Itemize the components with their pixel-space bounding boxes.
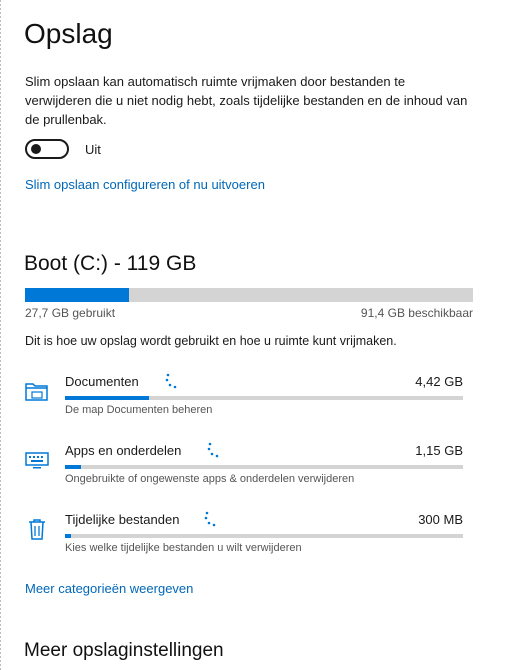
loading-spinner-icon — [207, 442, 219, 458]
left-border — [0, 0, 1, 670]
category-usage-bar — [65, 534, 463, 538]
drive-usage-bar — [25, 288, 473, 302]
category-usage-fill — [65, 534, 71, 538]
storage-sense-toggle-row[interactable]: Uit — [25, 139, 101, 159]
loading-spinner-icon — [165, 373, 177, 389]
category-subtitle: De map Documenten beheren — [65, 404, 213, 416]
storage-sense-toggle[interactable] — [25, 139, 69, 159]
toggle-knob — [31, 144, 41, 154]
category-documenten[interactable]: Documenten 4,42 GB De map Documenten beh… — [25, 372, 463, 424]
page-title: Opslag — [24, 18, 113, 49]
category-usage-bar — [65, 465, 463, 469]
drive-used-label: 27,7 GB gebruikt — [25, 306, 116, 320]
category-subtitle: Ongebruikte of ongewenste apps & onderde… — [65, 473, 355, 485]
drive-title: Boot (C:) - 119 GB — [24, 252, 197, 275]
drive-usage-fill — [25, 288, 130, 302]
category-usage-fill — [65, 396, 149, 400]
category-usage-bar — [65, 396, 463, 400]
folder-icon — [25, 383, 48, 401]
category-apps-en-onderdelen[interactable]: Apps en onderdelen 1,15 GB Ongebruikte o… — [25, 441, 463, 493]
configure-storage-sense-link[interactable]: Slim opslaan configureren of nu uitvoere… — [25, 177, 265, 192]
category-name: Tijdelijke bestanden — [65, 512, 180, 527]
usage-intro-text: Dit is hoe uw opslag wordt gebruikt en h… — [25, 334, 397, 348]
category-tijdelijke-bestanden[interactable]: Tijdelijke bestanden 300 MB Kies welke t… — [25, 510, 463, 562]
drive-free-label: 91,4 GB beschikbaar — [360, 306, 473, 320]
keyboard-icon — [25, 452, 49, 469]
toggle-state-label: Uit — [85, 141, 101, 157]
trash-icon — [29, 519, 45, 540]
more-storage-settings-heading: Meer opslaginstellingen — [24, 640, 224, 661]
more-categories-link[interactable]: Meer categorieën weergeven — [25, 581, 193, 596]
category-usage-fill — [65, 465, 81, 469]
category-name: Documenten — [65, 374, 139, 389]
loading-spinner-icon — [204, 511, 216, 527]
category-name: Apps en onderdelen — [65, 443, 182, 458]
category-subtitle: Kies welke tijdelijke bestanden u wilt v… — [65, 542, 302, 554]
category-size: 300 MB — [418, 512, 463, 527]
category-size: 1,15 GB — [415, 443, 463, 458]
category-size: 4,42 GB — [415, 374, 463, 389]
storage-sense-description: Slim opslaan kan automatisch ruimte vrij… — [25, 74, 468, 127]
